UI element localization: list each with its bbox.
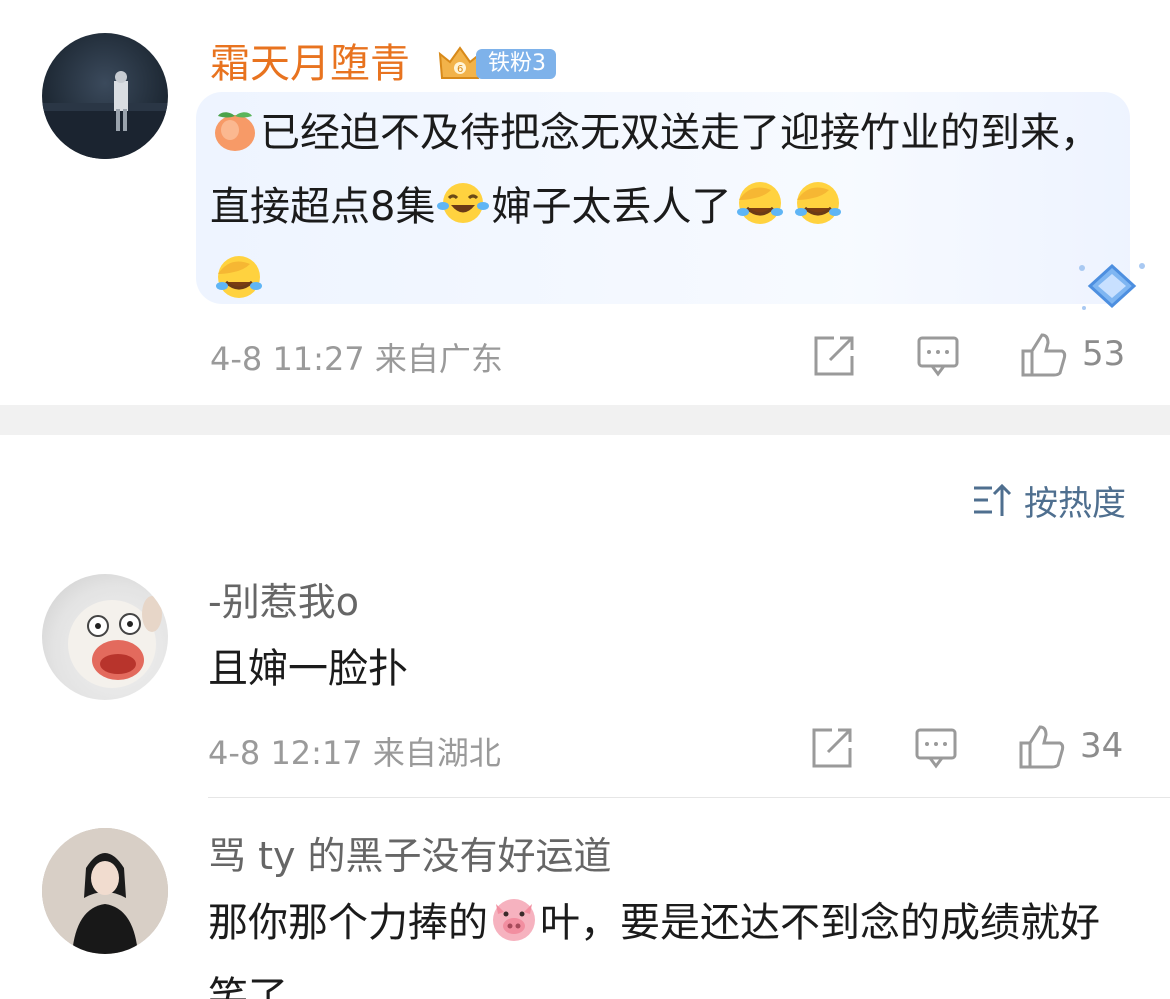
share-icon (812, 728, 852, 768)
share-button[interactable] (812, 334, 856, 378)
facepalm-laugh-emoji (210, 252, 268, 322)
thumbs-up-icon (1019, 725, 1065, 769)
like-count: 53 (1082, 334, 1126, 374)
username[interactable]: 骂 ty 的黑子没有好运道 (208, 832, 612, 880)
laughing-crying-emoji (435, 178, 491, 248)
facepalm-laugh-emoji (731, 178, 789, 248)
comment-text: 那你那个力捧的 叶，要是还达不到念的成绩就好笑了 (208, 890, 1128, 999)
diamond-icon (1079, 263, 1145, 310)
location: 来自广东 (374, 340, 503, 378)
comment-icon (917, 336, 959, 377)
comment-meta: 4-8 12:17 来自湖北 (208, 728, 501, 774)
section-separator (0, 405, 1170, 435)
facepalm-laugh-emoji (789, 178, 847, 248)
comment-text-part: 那你那个力捧的 (208, 900, 488, 946)
comment-text-part: 婶子太丢人了 (491, 184, 732, 230)
sort-icon (974, 483, 1012, 516)
sort-button[interactable]: 按热度 (972, 478, 1126, 524)
username[interactable]: 霜天月堕青 (210, 40, 410, 88)
like-button[interactable]: 34 (1018, 724, 1124, 769)
svg-text:6: 6 (457, 64, 463, 75)
reply-button[interactable] (914, 726, 958, 770)
username[interactable]: -别惹我o (208, 578, 359, 626)
comment-meta: 4-8 11:27 来自广东 (210, 334, 503, 380)
badge-label: 铁粉3 (476, 49, 556, 79)
like-button[interactable]: 53 (1020, 332, 1126, 377)
avatar[interactable] (42, 33, 168, 159)
timestamp: 4-8 11:27 (210, 340, 365, 378)
comment-text: 已经迫不及待把念无双送走了迎接竹业的到来，直接超点8集 婶子太丢人了 (210, 100, 1110, 322)
comment-item: 霜天月堕青 6 铁粉3 已经迫不及待把念无双送走了迎接竹业的到来，直接超点8集 (0, 0, 1170, 405)
comment-icon (915, 728, 957, 769)
share-icon (814, 336, 854, 376)
sort-label: 按热度 (1024, 483, 1126, 524)
comment-divider (208, 797, 1170, 798)
pig-emoji (488, 894, 540, 964)
peach-emoji (210, 104, 260, 174)
location: 来自湖北 (372, 734, 501, 772)
thumbs-up-icon (1021, 333, 1067, 377)
like-count: 34 (1080, 726, 1124, 766)
avatar[interactable] (42, 574, 168, 700)
timestamp: 4-8 12:17 (208, 734, 363, 772)
comment-text: 且婶一脸扑 (208, 646, 408, 692)
avatar[interactable] (42, 828, 168, 954)
share-button[interactable] (810, 726, 854, 770)
fan-badge[interactable]: 6 铁粉3 (436, 44, 556, 84)
reply-button[interactable] (916, 334, 960, 378)
